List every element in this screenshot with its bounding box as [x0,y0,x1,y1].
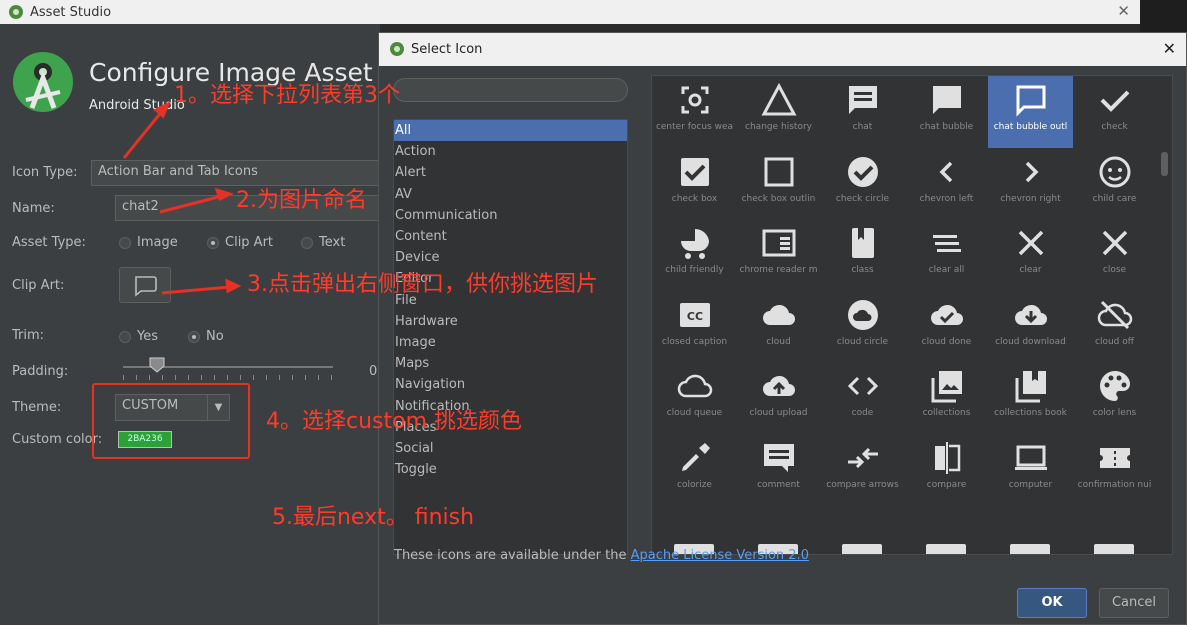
annotation-step-5: 5.最后next。 finish [272,505,475,530]
annotation-step-2: 2.为图片命名 [236,188,367,213]
annotation-step-3: 3.点击弹出右侧窗口，供你挑选图片 [247,272,598,297]
annotation-step-1: 1。选择下拉列表第3个 [174,83,400,108]
annotation-step-4: 4。选择custom 挑选颜色 [266,409,523,434]
